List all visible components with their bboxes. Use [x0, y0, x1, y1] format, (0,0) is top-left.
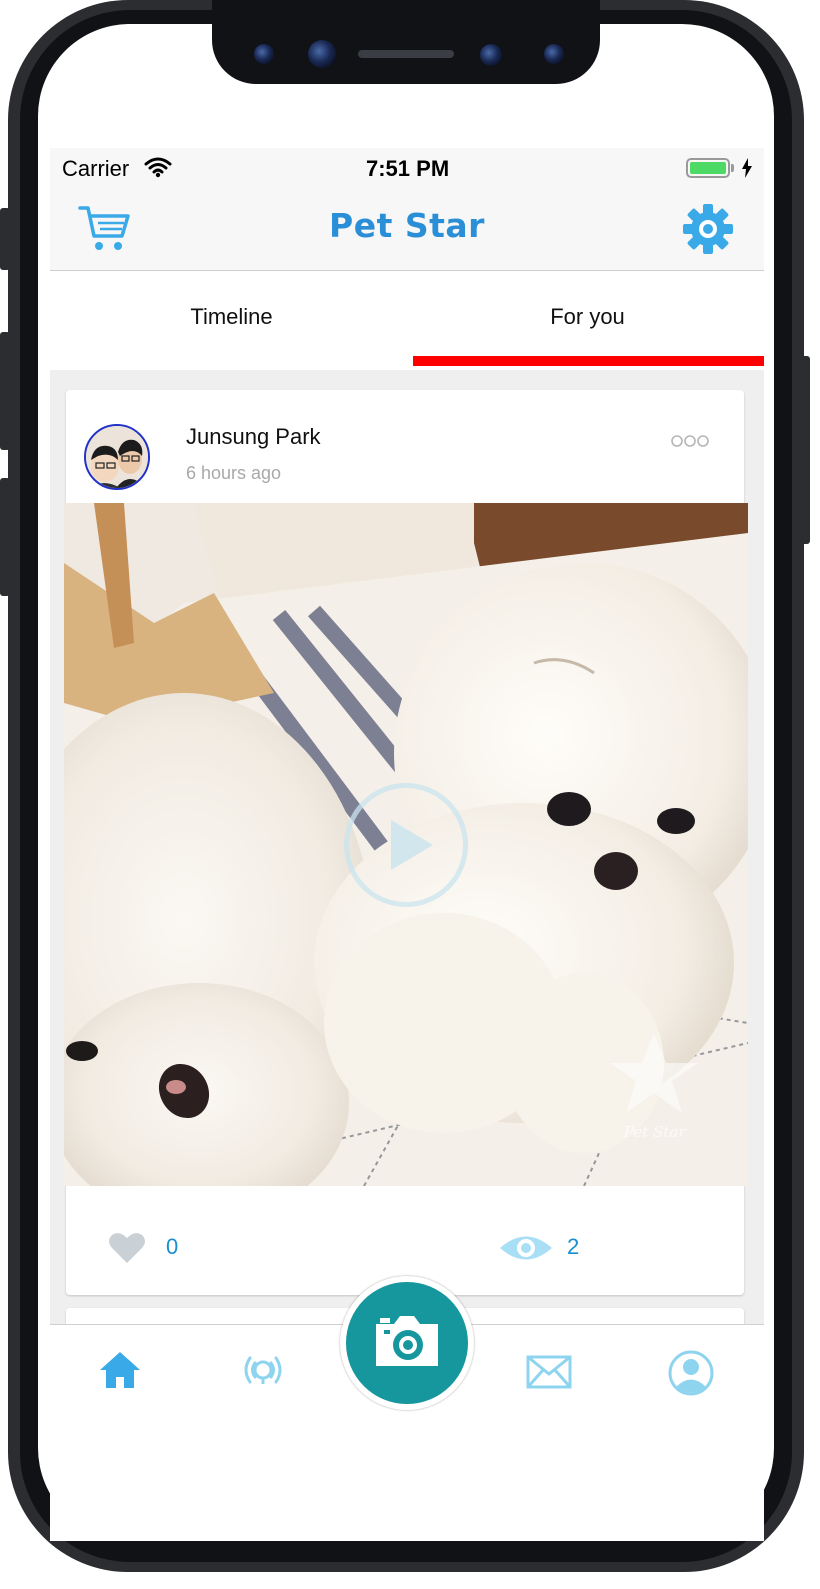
volume-up-button — [0, 332, 10, 450]
view-count: 2 — [567, 1234, 580, 1259]
volume-down-button — [0, 478, 10, 596]
broadcast-icon[interactable] — [240, 1350, 286, 1390]
notch — [212, 0, 600, 84]
profile-icon[interactable] — [668, 1350, 714, 1396]
tab-timeline[interactable]: Timeline — [53, 304, 410, 330]
carrier-label: Carrier — [62, 156, 130, 181]
heart-icon[interactable] — [108, 1231, 146, 1265]
tab-for-you[interactable]: For you — [409, 304, 766, 330]
mute-switch — [0, 208, 10, 270]
post-author[interactable]: Junsung Park — [186, 424, 321, 450]
battery-tip — [731, 164, 734, 172]
wifi-icon — [144, 157, 172, 178]
proximity-sensor — [480, 44, 502, 66]
earpiece-speaker — [358, 50, 454, 58]
play-button[interactable] — [344, 783, 468, 907]
battery-icon — [686, 158, 730, 178]
face-id-sensor — [308, 40, 336, 68]
app-title: Pet Star — [329, 206, 485, 245]
home-icon[interactable] — [98, 1350, 142, 1390]
camera-button[interactable] — [346, 1282, 468, 1404]
power-button — [800, 356, 810, 544]
like-count: 0 — [166, 1234, 179, 1259]
mail-icon[interactable] — [526, 1355, 572, 1389]
eye-icon[interactable] — [498, 1231, 554, 1265]
svg-text:Pet Star: Pet Star — [623, 1123, 686, 1141]
charging-bolt-icon — [742, 158, 752, 178]
front-camera — [254, 44, 274, 64]
status-time: 7:51 PM — [366, 156, 450, 181]
camera-icon — [376, 1316, 438, 1366]
play-icon — [391, 820, 433, 870]
more-options-icon[interactable] — [670, 432, 710, 450]
gear-icon[interactable] — [682, 203, 734, 255]
ambient-light-sensor — [544, 44, 564, 64]
active-tab-indicator — [413, 356, 764, 366]
post-timestamp: 6 hours ago — [186, 463, 282, 483]
avatar[interactable] — [84, 424, 150, 490]
